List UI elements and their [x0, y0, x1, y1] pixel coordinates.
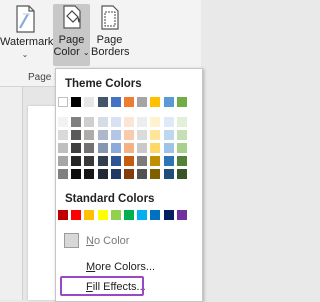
theme-color-shade-swatch[interactable] [110, 143, 121, 153]
theme-color-shade-swatch[interactable] [150, 143, 161, 153]
page-borders-label-line1: Page [96, 34, 123, 46]
theme-color-shade-swatch[interactable] [124, 169, 134, 179]
theme-color-swatch[interactable] [110, 97, 121, 107]
theme-color-shade-swatch[interactable] [97, 156, 108, 166]
theme-color-shade-swatch[interactable] [176, 117, 187, 127]
theme-color-shade-swatch[interactable] [71, 143, 82, 153]
standard-color-swatch[interactable] [137, 210, 148, 220]
standard-color-swatch[interactable] [163, 210, 174, 220]
theme-color-shade-swatch[interactable] [84, 143, 95, 153]
theme-color-shade-swatch[interactable] [124, 156, 134, 166]
more-colors-item[interactable]: More Colors... [56, 257, 202, 277]
page-color-label-line2: Color ⌄ [53, 46, 90, 59]
vertical-ruler [0, 87, 23, 300]
watermark-button[interactable]: Watermark ⌄ [0, 4, 54, 61]
theme-color-shade-swatch[interactable] [163, 143, 174, 153]
theme-color-swatch[interactable] [124, 97, 134, 107]
theme-color-shade-swatch[interactable] [84, 169, 95, 179]
theme-color-shade-swatch[interactable] [84, 156, 95, 166]
fill-effects-highlight [60, 276, 144, 296]
theme-color-shade-swatch[interactable] [137, 130, 148, 140]
theme-color-shade-swatch[interactable] [110, 169, 121, 179]
theme-color-shade-swatch[interactable] [71, 117, 82, 127]
theme-color-shade-swatch[interactable] [124, 130, 134, 140]
theme-color-swatch[interactable] [71, 97, 82, 107]
theme-color-shade-swatch[interactable] [110, 117, 121, 127]
page-borders-button[interactable]: Page Borders [91, 4, 130, 58]
theme-color-shade-swatch[interactable] [84, 117, 95, 127]
standard-color-swatch[interactable] [97, 210, 108, 220]
theme-color-shade-swatch[interactable] [176, 169, 187, 179]
theme-color-shade-swatch[interactable] [163, 169, 174, 179]
theme-color-shade-swatch[interactable] [150, 156, 161, 166]
theme-color-swatch[interactable] [163, 97, 174, 107]
paint-bucket-icon [62, 5, 81, 29]
theme-color-shade-swatch[interactable] [150, 117, 161, 127]
theme-color-shade-swatch[interactable] [58, 130, 68, 140]
standard-color-swatch[interactable] [58, 210, 68, 220]
standard-color-swatch[interactable] [110, 210, 121, 220]
theme-color-shade-swatch[interactable] [71, 169, 82, 179]
page-borders-label-line2: Borders [91, 46, 130, 58]
standard-color-swatch[interactable] [84, 210, 95, 220]
theme-color-swatch[interactable] [58, 97, 68, 107]
theme-color-shade-swatch[interactable] [137, 156, 148, 166]
theme-color-shade-swatch[interactable] [58, 156, 68, 166]
theme-color-shade-swatch[interactable] [71, 130, 82, 140]
theme-color-shade-swatch[interactable] [176, 156, 187, 166]
page-borders-icon [100, 5, 119, 30]
theme-color-shade-swatch[interactable] [163, 117, 174, 127]
theme-color-swatch[interactable] [97, 97, 108, 107]
theme-color-shade-swatch[interactable] [58, 169, 68, 179]
no-color-swatch [64, 233, 79, 248]
theme-color-shade-swatch[interactable] [137, 143, 148, 153]
theme-color-swatch[interactable] [84, 97, 95, 107]
theme-color-swatch[interactable] [137, 97, 148, 107]
theme-color-shade-swatch[interactable] [97, 117, 108, 127]
theme-color-shade-swatch[interactable] [97, 169, 108, 179]
theme-colors-heading: Theme Colors [65, 78, 142, 90]
theme-color-shade-swatch[interactable] [84, 130, 95, 140]
page-color-button[interactable]: Page Color ⌄ [53, 4, 90, 66]
page-color-label-line1: Page [58, 34, 85, 46]
theme-color-shade-swatch[interactable] [71, 156, 82, 166]
standard-color-swatch[interactable] [71, 210, 82, 220]
theme-color-shade-swatch[interactable] [137, 169, 148, 179]
theme-color-shade-swatch[interactable] [137, 117, 148, 127]
watermark-label: Watermark [0, 36, 54, 48]
theme-color-shade-swatch[interactable] [97, 130, 108, 140]
theme-color-shade-swatch[interactable] [163, 156, 174, 166]
chevron-down-icon: ⌄ [82, 48, 90, 57]
more-colors-label: More Colors... [86, 261, 156, 273]
theme-color-swatch[interactable] [176, 97, 187, 107]
theme-color-shade-swatch[interactable] [163, 130, 174, 140]
theme-color-shade-swatch[interactable] [124, 117, 134, 127]
watermark-icon [16, 5, 35, 33]
standard-colors-heading: Standard Colors [65, 193, 155, 205]
theme-color-shade-swatch[interactable] [110, 130, 121, 140]
chevron-down-icon: ⌄ [21, 50, 29, 59]
standard-color-swatch[interactable] [150, 210, 161, 220]
page-color-dropdown: Theme Colors Standard Colors No Color Mo… [55, 68, 203, 302]
standard-color-swatch[interactable] [176, 210, 187, 220]
page-color-label-text: Color [53, 46, 80, 58]
theme-color-shade-swatch[interactable] [176, 143, 187, 153]
no-color-label: No Color [86, 235, 130, 247]
no-color-item[interactable]: No Color [56, 231, 202, 251]
theme-color-shade-swatch[interactable] [58, 117, 68, 127]
theme-color-shade-swatch[interactable] [150, 130, 161, 140]
theme-color-shade-swatch[interactable] [176, 130, 187, 140]
theme-color-shade-swatch[interactable] [97, 143, 108, 153]
theme-color-shade-swatch[interactable] [58, 143, 68, 153]
theme-color-shade-swatch[interactable] [150, 169, 161, 179]
theme-color-shade-swatch[interactable] [110, 156, 121, 166]
theme-color-swatch[interactable] [150, 97, 161, 107]
theme-color-shade-swatch[interactable] [124, 143, 134, 153]
standard-color-swatch[interactable] [124, 210, 134, 220]
